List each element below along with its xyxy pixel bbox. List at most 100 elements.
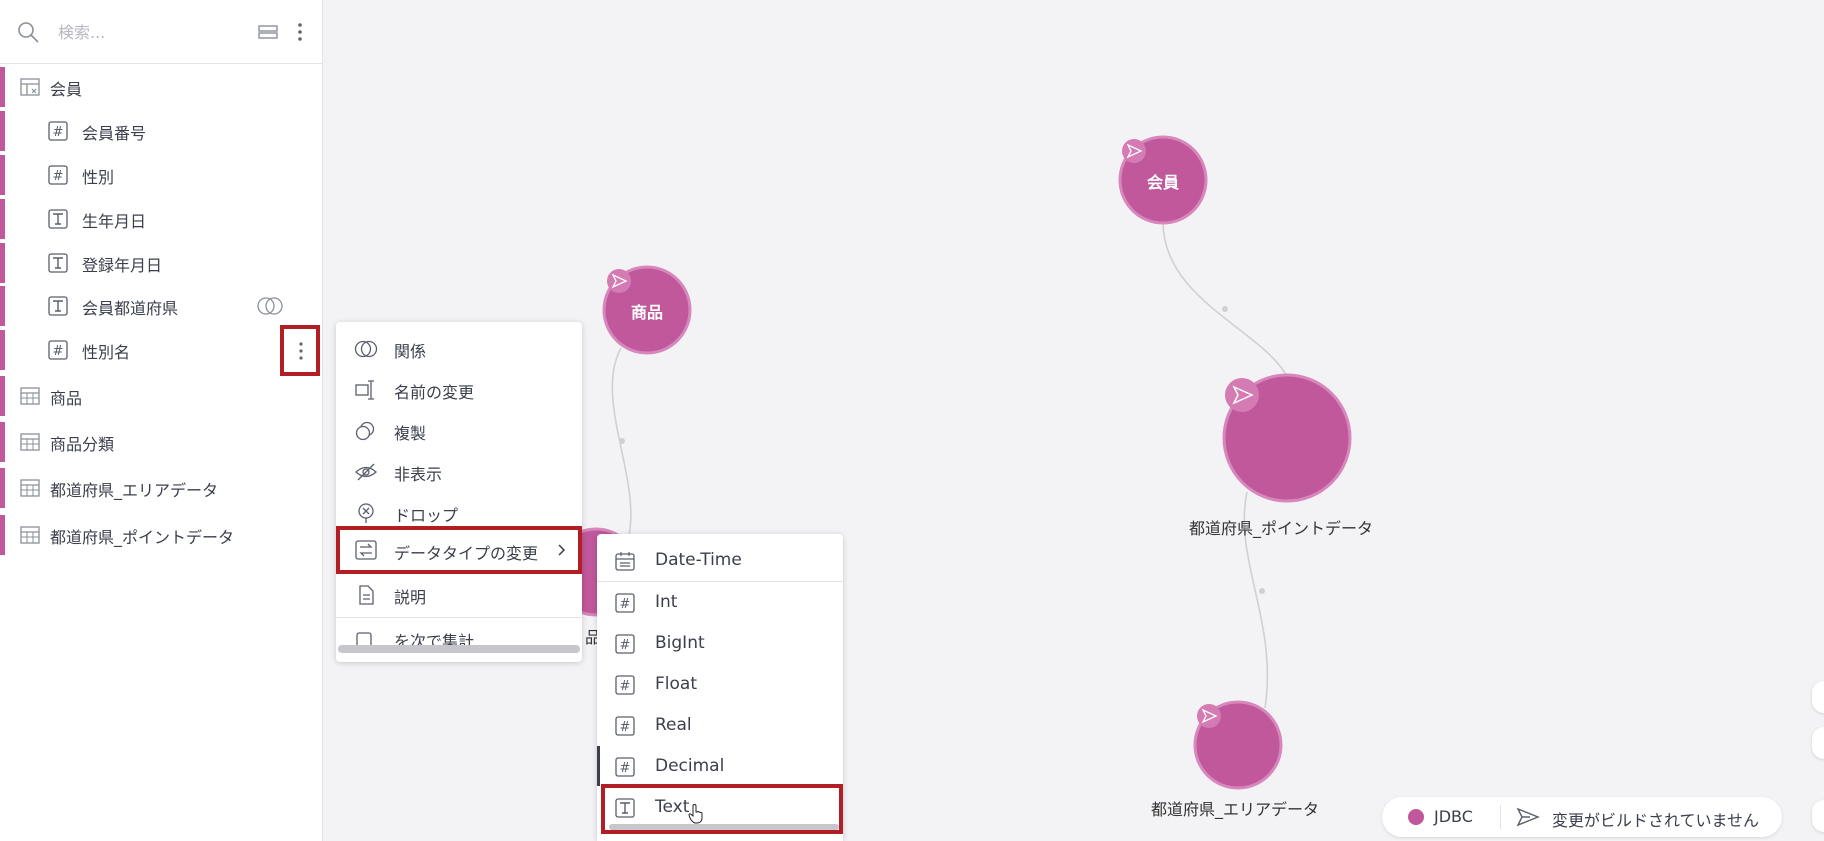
- svg-text:#: #: [620, 720, 631, 735]
- build-status-pill: JDBC 変更がビルドされていません: [1382, 797, 1782, 837]
- chevron-right-icon: [558, 544, 566, 556]
- duplicate-icon: [355, 421, 375, 441]
- menu-scrollbar[interactable]: [338, 645, 580, 653]
- build-status-text: 変更がビルドされていません: [1552, 811, 1760, 830]
- menu-item-change-datatype[interactable]: データタイプの変更: [336, 526, 582, 574]
- calendar-icon: [615, 552, 635, 571]
- table-label: 会員: [50, 80, 83, 99]
- svg-text:#: #: [620, 597, 631, 612]
- datatype-label: Float: [655, 674, 697, 694]
- more-vertical-icon: [299, 342, 303, 360]
- datatype-submenu: Date-Time # Int # BigInt # Float # Real: [597, 534, 843, 841]
- menu-item-label: 名前の変更: [394, 383, 475, 402]
- menu-item-rename[interactable]: 名前の変更: [336, 370, 582, 410]
- document-icon: [359, 585, 374, 605]
- datatype-label: Decimal: [655, 756, 725, 776]
- node-label: 都道府県_エリアデータ: [1151, 800, 1320, 819]
- datatype-bigint[interactable]: # BigInt: [597, 623, 843, 664]
- graph-edge: [1162, 221, 1289, 379]
- drop-icon: [358, 503, 374, 523]
- connection-label: JDBC: [1434, 807, 1473, 826]
- more-vertical-icon[interactable]: [292, 20, 308, 44]
- tree-table-product-category[interactable]: 商品分類: [0, 422, 322, 462]
- datatype-float[interactable]: # Float: [597, 664, 843, 705]
- node-title: 会員: [1147, 173, 1180, 192]
- tree-column[interactable]: 生年月日: [0, 199, 322, 239]
- datatype-label: Text: [655, 797, 690, 817]
- tree-column[interactable]: # 会員番号: [0, 111, 322, 151]
- menu-item-label: 複製: [394, 424, 427, 443]
- table-label: 都道府県_ポイントデータ: [50, 528, 235, 547]
- datatype-label: Real: [655, 715, 692, 735]
- tree-column[interactable]: 登録年月日: [0, 243, 322, 283]
- search-bar: [0, 0, 322, 64]
- column-label: 会員都道府県: [82, 299, 179, 318]
- datatype-real[interactable]: # Real: [597, 705, 843, 746]
- datatype-int[interactable]: # Int: [597, 582, 843, 623]
- svg-text:#: #: [620, 761, 631, 776]
- tree-table-point-data[interactable]: 都道府県_ポイントデータ: [0, 515, 322, 555]
- side-panel-tab[interactable]: [1812, 727, 1824, 759]
- table-accent-bar: [0, 111, 5, 151]
- datatype-decimal[interactable]: # Decimal: [597, 746, 843, 787]
- table-accent-bar: [0, 155, 5, 195]
- datatype-label: Date-Time: [655, 550, 742, 570]
- menu-item-description[interactable]: 説明: [336, 575, 582, 615]
- column-context-menu: 関係 名前の変更 複製 非表示 ドロップ データタイプの変更 説明 を次で集計: [336, 322, 582, 662]
- table-accent-bar: [0, 243, 5, 283]
- menu-item-label: 非表示: [394, 465, 443, 484]
- menu-item-label: ドロップ: [394, 506, 459, 525]
- tree-table-area-data[interactable]: 都道府県_エリアデータ: [0, 468, 322, 508]
- table-accent-bar: [0, 330, 5, 370]
- tree-column[interactable]: # 性別: [0, 155, 322, 195]
- hand-cursor-icon: [688, 804, 703, 824]
- menu-item-relationship[interactable]: 関係: [336, 329, 582, 369]
- table-icon: [20, 387, 40, 405]
- swap-icon: [355, 540, 377, 560]
- table-view-icon: [20, 78, 40, 96]
- menu-item-label: 関係: [394, 342, 427, 361]
- edge-midpoint: [619, 438, 625, 444]
- search-input[interactable]: [56, 18, 240, 46]
- side-panel-tab[interactable]: [1812, 800, 1824, 832]
- status-divider: [1500, 805, 1501, 829]
- tree-column[interactable]: 会員都道府県: [0, 286, 322, 326]
- svg-text:#: #: [620, 638, 631, 653]
- number-type-icon: #: [615, 593, 635, 613]
- datatype-label: Int: [655, 592, 678, 612]
- edge-midpoint: [1259, 588, 1265, 594]
- menu-item-duplicate[interactable]: 複製: [336, 411, 582, 451]
- column-label: 性別名: [82, 343, 131, 362]
- column-more-button[interactable]: [280, 325, 320, 376]
- tree-table-member[interactable]: 会員: [0, 67, 322, 107]
- connection-status-dot: [1408, 809, 1424, 825]
- number-type-icon: #: [48, 121, 68, 141]
- node-label: 都道府県_ポイントデータ: [1189, 519, 1374, 538]
- table-label: 商品: [50, 389, 83, 408]
- sidebar: 会員 # 会員番号 # 性別 生年月日 登録年月日: [0, 0, 323, 841]
- svg-text:#: #: [53, 125, 64, 140]
- send-icon[interactable]: [1516, 807, 1540, 827]
- datatype-date-time[interactable]: Date-Time: [597, 540, 843, 581]
- datatype-label: BigInt: [655, 633, 705, 653]
- column-label: 生年月日: [82, 212, 147, 231]
- relationship-icon: [354, 340, 378, 358]
- send-icon: [1197, 704, 1221, 728]
- table-accent-bar: [0, 422, 5, 462]
- svg-text:#: #: [620, 679, 631, 694]
- list-view-icon[interactable]: [258, 24, 278, 40]
- column-label: 登録年月日: [82, 256, 163, 275]
- menu-item-hide[interactable]: 非表示: [336, 452, 582, 492]
- side-panel-tab[interactable]: [1812, 681, 1824, 713]
- menu-item-label: データタイプの変更: [394, 544, 539, 563]
- submenu-scrollbar[interactable]: [609, 824, 839, 830]
- number-type-icon: #: [48, 340, 68, 360]
- tree-column[interactable]: # 性別名: [0, 330, 322, 370]
- column-label: 性別: [82, 168, 115, 187]
- node-title: 商品: [631, 303, 664, 322]
- tree-table-product[interactable]: 商品: [0, 376, 322, 416]
- table-accent-bar: [0, 286, 5, 326]
- table-accent-bar: [0, 67, 5, 107]
- datatype-text[interactable]: Text: [601, 784, 843, 834]
- menu-item-label: 説明: [394, 588, 427, 607]
